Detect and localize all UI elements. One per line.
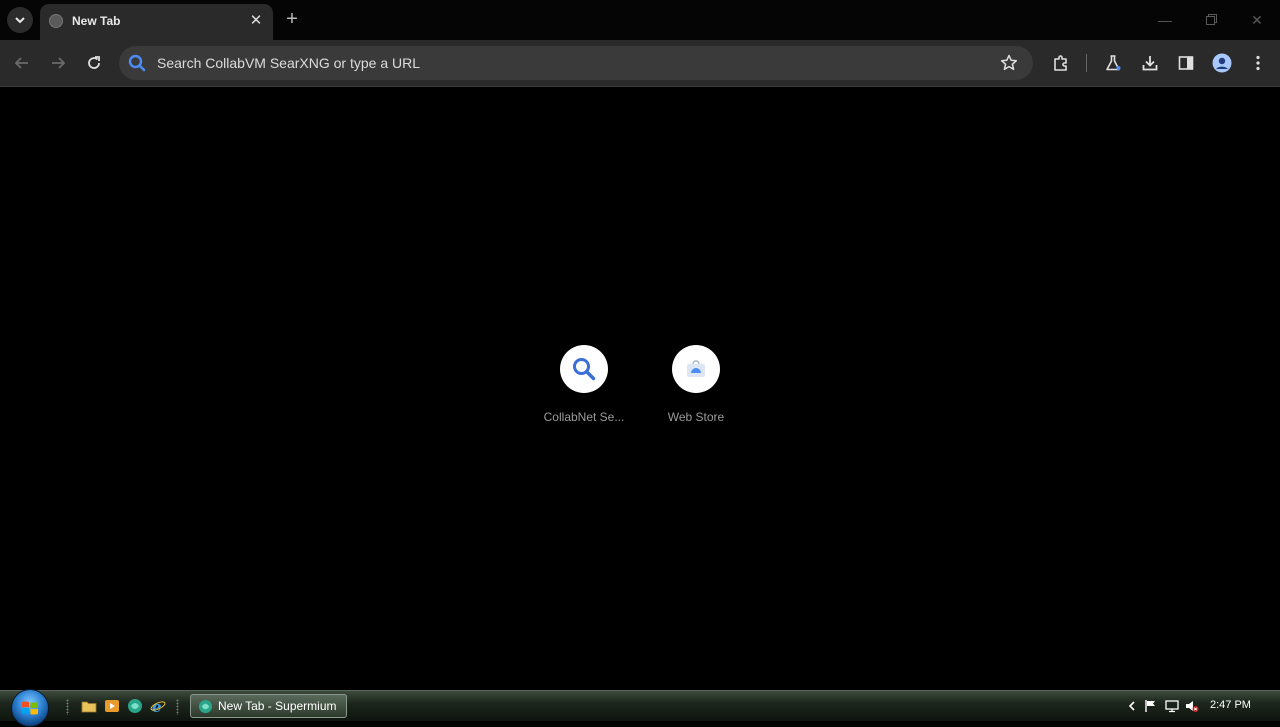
network-icon[interactable] [1165,699,1179,713]
tab-new-tab[interactable]: New Tab ✕ [40,4,273,40]
back-button[interactable] [10,51,34,75]
taskbar: e New Tab - Supermium 2:47 PM [0,689,1280,727]
windows-logo-icon [22,701,38,715]
svg-text:e: e [152,698,162,714]
browser-window: New Tab ✕ + — ✕ Search CollabVM SearXNG … [0,0,1280,690]
supermium-icon[interactable] [127,698,143,714]
reload-button[interactable] [82,51,106,75]
volume-muted-icon[interactable] [1185,699,1199,713]
folder-icon[interactable] [81,698,97,714]
star-icon[interactable] [999,53,1019,73]
restore-icon [1205,14,1217,25]
downloads-button[interactable] [1138,51,1162,75]
taskbar-grip[interactable] [176,699,179,715]
shortcut-collabnet-search[interactable]: CollabNet Se... [528,345,640,435]
forward-button[interactable] [46,51,70,75]
omnibox[interactable]: Search CollabVM SearXNG or type a URL [119,46,1033,80]
search-icon [128,54,146,72]
arrow-right-icon [52,57,66,69]
extensions-button[interactable] [1049,51,1073,75]
new-tab-page: CollabNet Se... Web Store [0,87,1280,690]
shortcut-label: Web Store [667,410,725,424]
shortcut-icon-container [560,345,608,393]
labs-button[interactable] [1101,51,1125,75]
media-player-icon[interactable] [104,698,120,714]
globe-icon [49,14,63,28]
chevron-down-icon [15,17,25,24]
taskbar-grip[interactable] [66,699,69,715]
menu-button[interactable] [1246,51,1270,75]
restore-button[interactable] [1196,8,1226,32]
new-tab-button[interactable]: + [282,9,302,29]
close-window-button[interactable]: ✕ [1242,8,1272,32]
puzzle-icon [1054,55,1067,71]
internet-explorer-icon[interactable]: e [150,698,166,716]
kebab-menu-icon [1256,55,1260,71]
reload-icon [88,56,100,69]
close-icon: ✕ [1251,12,1263,28]
plus-icon: + [286,8,298,30]
shortcut-icon-container [672,345,720,393]
tab-title: New Tab [72,14,121,28]
taskbar-window-button[interactable]: New Tab - Supermium [190,694,347,718]
close-icon[interactable]: ✕ [247,12,265,30]
taskbar-window-label: New Tab - Supermium [218,699,337,713]
side-panel-icon [1178,56,1194,70]
toolbar: Search CollabVM SearXNG or type a URL [0,40,1280,87]
minimize-button[interactable]: — [1150,8,1180,32]
minimize-icon: — [1158,12,1172,28]
download-icon [1142,56,1158,71]
side-panel-button[interactable] [1174,51,1198,75]
omnibox-placeholder: Search CollabVM SearXNG or type a URL [157,55,420,71]
arrow-left-icon [14,57,28,69]
shortcut-web-store[interactable]: Web Store [640,345,752,435]
shortcut-label: CollabNet Se... [543,410,625,424]
tab-strip: New Tab ✕ + — ✕ [0,0,1280,40]
start-button[interactable] [11,689,49,727]
web-store-icon [687,360,705,377]
flask-icon [1106,55,1121,71]
supermium-icon [198,699,213,714]
profile-icon [1212,53,1232,73]
tab-search-button[interactable] [7,7,33,33]
tray-expand-icon[interactable] [1125,699,1139,713]
toolbar-divider [1086,54,1087,72]
search-icon [573,358,596,381]
action-center-flag-icon[interactable] [1144,699,1158,713]
clock[interactable]: 2:47 PM [1210,699,1251,711]
profile-button[interactable] [1210,51,1234,75]
